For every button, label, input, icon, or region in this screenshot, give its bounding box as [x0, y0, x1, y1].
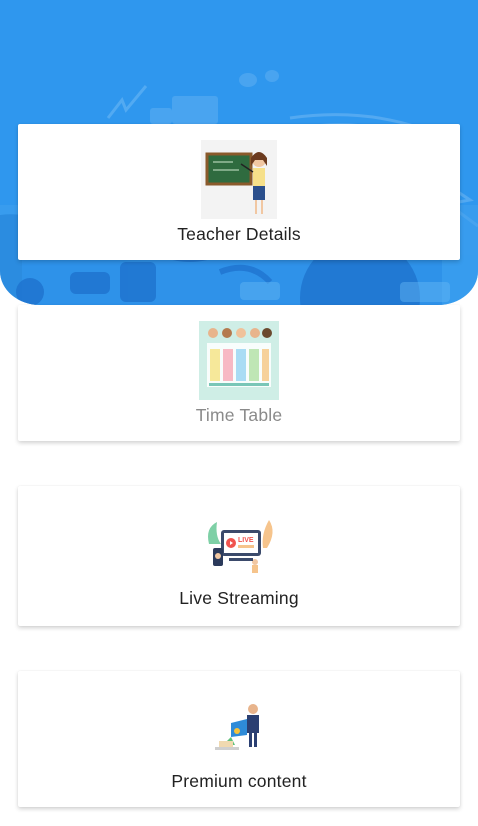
teacher-details-label: Teacher Details	[177, 224, 301, 244]
app-screen: Teacher Details Time Table LIVE Live Str…	[0, 0, 478, 826]
timetable-illustration-icon	[199, 321, 279, 400]
time-table-label: Time Table	[195, 405, 283, 425]
live-streaming-label: Live Streaming	[179, 588, 299, 608]
premium-content-illustration-icon	[215, 704, 259, 750]
premium-content-label: Premium content	[171, 771, 307, 791]
live-streaming-illustration-icon: LIVE	[208, 520, 273, 573]
live-streaming-card[interactable]: LIVE Live Streaming	[18, 486, 460, 626]
teacher-illustration-icon	[201, 140, 277, 219]
time-table-card[interactable]: Time Table	[18, 305, 460, 441]
live-badge-text: LIVE	[238, 537, 254, 544]
premium-content-card[interactable]: Premium content	[18, 671, 460, 807]
teacher-details-card[interactable]: Teacher Details	[18, 124, 460, 260]
